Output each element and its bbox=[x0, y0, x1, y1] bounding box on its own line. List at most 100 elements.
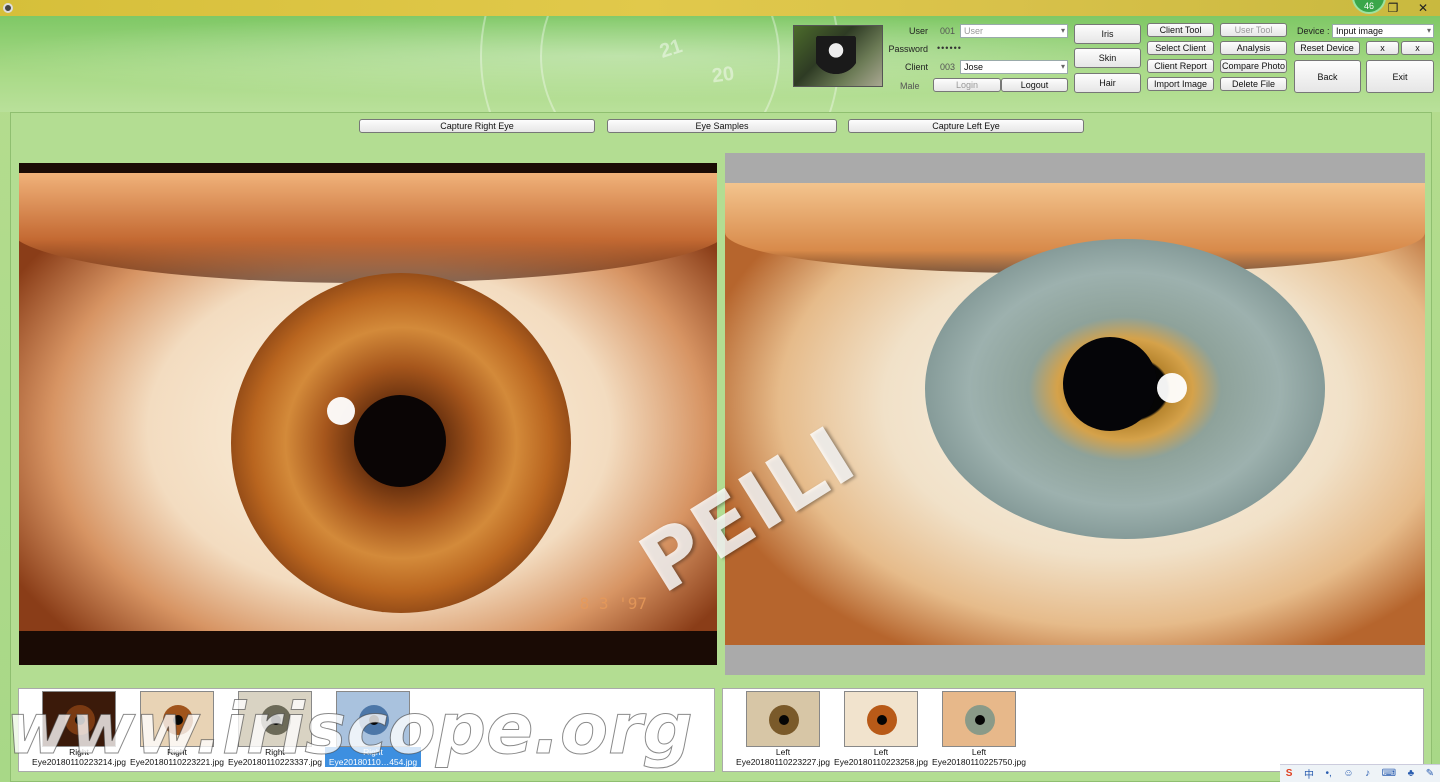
thumbnail-item[interactable]: Left Eye20180110223258.jpg bbox=[833, 691, 929, 767]
capture-left-eye-button[interactable]: Capture Left Eye bbox=[848, 119, 1084, 133]
thumbnail-item[interactable]: Left Eye20180110223227.jpg bbox=[735, 691, 831, 767]
thumbnail-filename: Eye20180110225750.jpg bbox=[932, 757, 1026, 767]
thumbnail-pupil bbox=[173, 715, 183, 725]
left-eye-thumbnail-strip: Left Eye20180110223227.jpg Left Eye20180… bbox=[722, 688, 1424, 772]
device-label: Device : bbox=[1297, 26, 1330, 36]
left-eye-highlight bbox=[1157, 373, 1187, 403]
thumbnail-side: Right bbox=[265, 747, 285, 757]
thumbnail-pupil bbox=[369, 715, 379, 725]
thumbnail-side: Left bbox=[971, 747, 987, 757]
title-bar: 46 ❐ ✕ bbox=[0, 0, 1440, 16]
capture-right-eye-button[interactable]: Capture Right Eye bbox=[359, 119, 595, 133]
thumbnail-filename: Eye20180110223227.jpg bbox=[736, 757, 830, 767]
thumbnail-side: Left bbox=[873, 747, 889, 757]
right-eye-thumbnail-strip: Right Eye20180110223214.jpg Right Eye201… bbox=[18, 688, 715, 772]
right-pupil bbox=[354, 395, 446, 487]
thumbnail-image bbox=[336, 691, 410, 747]
left-pupil bbox=[1063, 337, 1157, 431]
thumbnail-item[interactable]: Right Eye20180110223337.jpg bbox=[227, 691, 323, 767]
close-x-button-1[interactable]: x bbox=[1366, 41, 1399, 55]
thumbnail-item[interactable]: Right Eye20180110223214.jpg bbox=[31, 691, 127, 767]
thumbnail-pupil bbox=[271, 715, 281, 725]
client-select-value: Jose bbox=[964, 62, 984, 72]
delete-file-button[interactable]: Delete File bbox=[1220, 77, 1287, 91]
client-select[interactable]: Jose ▾ bbox=[960, 60, 1068, 74]
thumbnail-filename: Eye20180110223214.jpg bbox=[32, 757, 126, 767]
punctuation-icon[interactable]: •, bbox=[1326, 768, 1332, 779]
app-eye-icon bbox=[3, 3, 13, 13]
client-tool-button[interactable]: Client Tool bbox=[1147, 23, 1214, 37]
user-id: 001 bbox=[940, 26, 956, 36]
compare-photo-button[interactable]: Compare Photo bbox=[1220, 59, 1287, 73]
header-toolbar: 21 20 User 001 User ▾ Password •••••• Cl… bbox=[0, 16, 1440, 112]
dog-photo-subject bbox=[816, 36, 856, 84]
thumbnail-side: Left bbox=[775, 747, 791, 757]
select-client-button[interactable]: Select Client bbox=[1147, 41, 1214, 55]
client-photo bbox=[793, 25, 883, 87]
reset-device-button[interactable]: Reset Device bbox=[1294, 41, 1360, 55]
import-image-button[interactable]: Import Image bbox=[1147, 77, 1214, 91]
chevron-down-icon: ▾ bbox=[1426, 26, 1431, 35]
thumbnail-pupil bbox=[877, 715, 887, 725]
keyboard-icon[interactable]: ⌨ bbox=[1382, 768, 1396, 779]
right-eye-image[interactable]: 8 3 '97 bbox=[19, 163, 717, 665]
password-label: Password bbox=[888, 44, 928, 54]
password-field[interactable]: •••••• bbox=[937, 43, 962, 53]
ime-chinese-label[interactable]: 中 bbox=[1304, 766, 1314, 781]
iris-button[interactable]: Iris bbox=[1074, 24, 1141, 44]
hair-button[interactable]: Hair bbox=[1074, 73, 1141, 93]
device-select[interactable]: Input image ▾ bbox=[1332, 24, 1434, 38]
user-tool-button[interactable]: User Tool bbox=[1220, 23, 1287, 37]
dial-number: 20 bbox=[710, 62, 736, 88]
thumbnail-image bbox=[844, 691, 918, 747]
microphone-icon[interactable]: ♪ bbox=[1365, 768, 1370, 779]
emoji-icon[interactable]: ☺ bbox=[1343, 768, 1353, 779]
thumbnail-image bbox=[746, 691, 820, 747]
thumbnail-pupil bbox=[975, 715, 985, 725]
back-button[interactable]: Back bbox=[1294, 60, 1361, 93]
thumbnail-filename: Eye20180110223258.jpg bbox=[834, 757, 928, 767]
chevron-down-icon: ▾ bbox=[1060, 62, 1065, 71]
thumbnail-pupil bbox=[75, 715, 85, 725]
thumbnail-side: Right bbox=[325, 747, 421, 757]
gender-label: Male bbox=[900, 81, 920, 91]
thumbnail-item-selected[interactable]: Right Eye20180110…454.jpg bbox=[325, 691, 421, 767]
user-label: User bbox=[908, 26, 928, 36]
thumbnail-image bbox=[238, 691, 312, 747]
thumbnail-item[interactable]: Right Eye20180110223221.jpg bbox=[129, 691, 225, 767]
thumbnail-side: Right bbox=[69, 747, 89, 757]
settings-icon[interactable]: ✎ bbox=[1426, 768, 1434, 779]
client-id: 003 bbox=[940, 62, 956, 72]
thumbnail-filename: Eye20180110…454.jpg bbox=[325, 757, 421, 767]
login-button[interactable]: Login bbox=[933, 78, 1001, 92]
analysis-button[interactable]: Analysis bbox=[1220, 41, 1287, 55]
device-select-value: Input image bbox=[1336, 26, 1384, 36]
skin-icon[interactable]: ♣ bbox=[1408, 768, 1415, 779]
skin-button[interactable]: Skin bbox=[1074, 48, 1141, 68]
client-report-button[interactable]: Client Report bbox=[1147, 59, 1214, 73]
user-select-value: User bbox=[964, 26, 984, 36]
thumbnail-side: Right bbox=[167, 747, 187, 757]
close-x-button-2[interactable]: x bbox=[1401, 41, 1434, 55]
thumbnail-image bbox=[942, 691, 1016, 747]
system-tray: S 中 •, ☺ ♪ ⌨ ♣ ✎ bbox=[1280, 764, 1440, 782]
logout-button[interactable]: Logout bbox=[1001, 78, 1068, 92]
client-label: Client bbox=[904, 62, 928, 72]
thumbnail-pupil bbox=[779, 715, 789, 725]
restore-window-icon[interactable]: ❐ bbox=[1380, 0, 1406, 16]
thumbnail-filename: Eye20180110223337.jpg bbox=[228, 757, 322, 767]
right-eye-highlight bbox=[327, 397, 355, 425]
exit-button[interactable]: Exit bbox=[1366, 60, 1434, 93]
user-select[interactable]: User ▾ bbox=[960, 24, 1068, 38]
thumbnail-image bbox=[42, 691, 116, 747]
photo-date-stamp: 8 3 '97 bbox=[579, 594, 647, 613]
right-eye-eyelid bbox=[19, 173, 717, 283]
close-window-icon[interactable]: ✕ bbox=[1410, 0, 1436, 16]
ime-s-icon[interactable]: S bbox=[1286, 768, 1293, 779]
main-panel: Capture Right Eye Eye Samples Capture Le… bbox=[10, 112, 1432, 782]
thumbnail-filename: Eye20180110223221.jpg bbox=[130, 757, 224, 767]
eye-samples-button[interactable]: Eye Samples bbox=[607, 119, 837, 133]
left-eye-image[interactable] bbox=[725, 153, 1425, 675]
thumbnail-item[interactable]: Left Eye20180110225750.jpg bbox=[931, 691, 1027, 767]
decorative-dial-inner bbox=[540, 16, 780, 112]
